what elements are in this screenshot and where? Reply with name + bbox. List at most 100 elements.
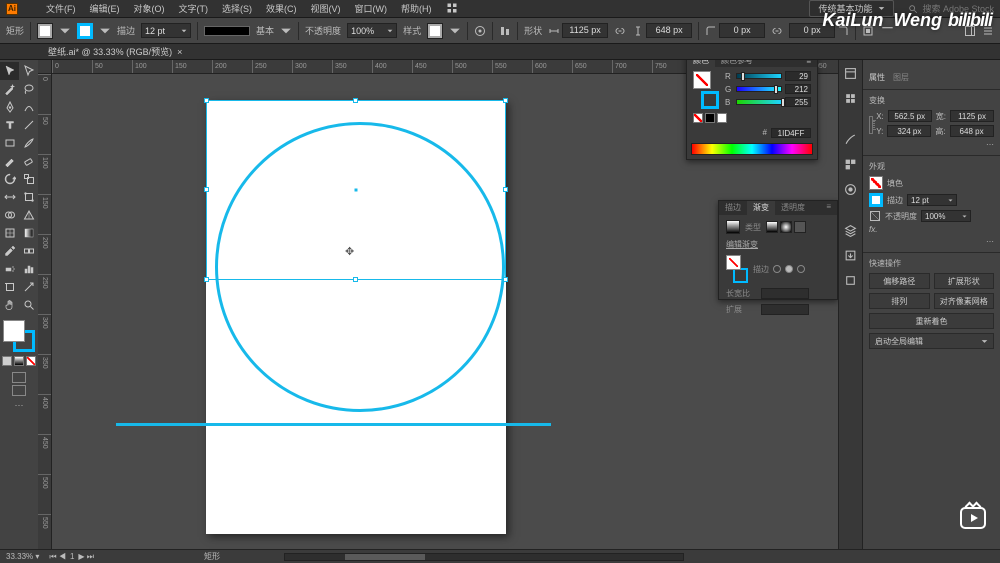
menu-file[interactable]: 文件(F) — [46, 2, 76, 15]
type-tool[interactable] — [0, 116, 19, 134]
more-options-icon[interactable]: ⋯ — [869, 140, 994, 149]
ruler-vertical[interactable]: 0501001502002503003504004505005506006507… — [38, 74, 52, 549]
graphic-style-swatch[interactable] — [427, 23, 443, 39]
selection-bounding-box[interactable] — [206, 100, 506, 280]
link-icon[interactable] — [614, 25, 626, 37]
white-swatch-icon[interactable] — [717, 113, 727, 123]
gradient-preview[interactable] — [726, 220, 740, 234]
pen-tool[interactable] — [0, 98, 19, 116]
stock-search[interactable]: 搜索 Adobe Stock — [908, 2, 994, 15]
tab-transparency[interactable]: 透明度 — [775, 201, 811, 215]
resize-handle[interactable] — [204, 187, 209, 192]
color-mode-icon[interactable] — [2, 356, 12, 366]
free-transform-tool[interactable] — [19, 188, 38, 206]
bilibili-play-icon[interactable] — [960, 507, 986, 529]
blend-tool[interactable] — [19, 242, 38, 260]
menu-effect[interactable]: 效果(C) — [266, 2, 297, 15]
scale-tool[interactable] — [19, 170, 38, 188]
edit-toolbar-icon[interactable]: ⋯ — [0, 400, 38, 411]
fx-label[interactable]: fx. — [869, 225, 877, 234]
chevron-down-icon[interactable] — [59, 25, 71, 37]
stroke-swatch[interactable] — [869, 193, 883, 207]
eyedropper-tool[interactable] — [0, 242, 19, 260]
gradient-panel[interactable]: 描边 渐变 透明度 ≡ 类型 编辑渐变 描边 长宽比 扩展 — [718, 200, 838, 300]
rotate-tool[interactable] — [0, 170, 19, 188]
stroke-profile[interactable] — [204, 26, 250, 36]
reference-point-icon[interactable] — [869, 116, 873, 134]
r-value[interactable]: 29 — [785, 71, 811, 81]
stroke-radio-3[interactable] — [797, 265, 805, 273]
menu-icon[interactable] — [982, 25, 994, 37]
shape-width-input[interactable]: 1125 px — [562, 23, 608, 38]
none-swatch-icon[interactable] — [693, 113, 703, 123]
stroke-radio-2[interactable] — [785, 265, 793, 273]
libraries-icon[interactable] — [843, 91, 858, 106]
selection-tool[interactable] — [0, 62, 19, 80]
tab-color-guide[interactable]: 颜色参考 — [715, 60, 759, 67]
g-value[interactable]: 212 — [785, 84, 811, 94]
tab-stroke[interactable]: 描边 — [719, 201, 747, 215]
resize-handle[interactable] — [204, 277, 209, 282]
fill-color-icon[interactable] — [3, 320, 25, 342]
link-corner-icon[interactable] — [771, 25, 783, 37]
artboard-nav[interactable]: ⏮ ◀ 1 ▶ ⏭ — [49, 552, 94, 562]
menu-edit[interactable]: 编辑(E) — [90, 2, 120, 15]
color-panel[interactable]: 颜色 颜色参考 ≡ R29 G212 B255 #1ID4FF — [686, 60, 818, 160]
stroke-weight-input[interactable]: 12 pt — [141, 23, 191, 38]
rectangle-tool[interactable] — [0, 134, 19, 152]
recolor-button[interactable]: 重新着色 — [869, 313, 994, 329]
panel-fill-stroke[interactable] — [693, 71, 719, 109]
width-tool[interactable] — [0, 188, 19, 206]
more-options-icon[interactable]: ⋯ — [869, 237, 994, 246]
align-pixel-button[interactable]: 对齐像素网格 — [934, 293, 995, 309]
none-mode-icon[interactable] — [26, 356, 36, 366]
tab-properties[interactable]: 属性 — [869, 72, 885, 83]
panel-menu-icon[interactable]: ≡ — [820, 201, 837, 215]
tab-color[interactable]: 颜色 — [687, 60, 715, 67]
align-icon[interactable] — [499, 25, 511, 37]
gradient-mode-icon[interactable] — [14, 356, 24, 366]
h-scrollbar[interactable] — [284, 553, 684, 561]
transform-w-input[interactable]: 1125 px — [950, 110, 994, 122]
mesh-tool[interactable] — [0, 224, 19, 242]
resize-handle[interactable] — [204, 98, 209, 103]
zoom-level[interactable]: 33.33% ▾ — [6, 552, 39, 561]
transform-y-input[interactable]: 324 px — [887, 125, 931, 137]
layers-icon[interactable] — [843, 223, 858, 238]
recolor-icon[interactable] — [474, 25, 486, 37]
transform-panel-icon[interactable] — [862, 25, 874, 37]
menu-help[interactable]: 帮助(H) — [401, 2, 432, 15]
resize-handle[interactable] — [353, 98, 358, 103]
curvature-tool[interactable] — [19, 98, 38, 116]
stroke-radio-1[interactable] — [773, 265, 781, 273]
opacity-input[interactable]: 100% — [347, 23, 397, 38]
canvas[interactable]: 0501001502002503003504004505005506006507… — [38, 60, 838, 549]
shape-height-input[interactable]: 648 px — [646, 23, 692, 38]
paintbrush-tool[interactable] — [19, 134, 38, 152]
offset-path-button[interactable]: 偏移路径 — [869, 273, 930, 289]
symbols-icon[interactable] — [843, 182, 858, 197]
swatches-icon[interactable] — [843, 157, 858, 172]
stroke-swatch[interactable] — [77, 23, 93, 39]
menu-view[interactable]: 视图(V) — [311, 2, 341, 15]
fill-swatch[interactable] — [869, 176, 883, 190]
tab-layers[interactable]: 图层 — [893, 72, 909, 83]
artboards-icon[interactable] — [843, 273, 858, 288]
expand-shape-button[interactable]: 扩展形状 — [934, 273, 995, 289]
menu-type[interactable]: 文字(T) — [179, 2, 209, 15]
eraser-tool[interactable] — [19, 152, 38, 170]
panel-fill-stroke[interactable] — [726, 255, 748, 283]
properties-toggle-icon[interactable] — [964, 25, 976, 37]
menu-select[interactable]: 选择(S) — [222, 2, 252, 15]
gradient-expand-input[interactable] — [761, 304, 809, 315]
normal-screen-icon[interactable] — [12, 372, 26, 383]
arrange-button[interactable]: 排列 — [869, 293, 930, 309]
menu-window[interactable]: 窗口(W) — [355, 2, 388, 15]
scrollbar-thumb[interactable] — [345, 554, 425, 560]
fill-swatch[interactable] — [37, 23, 53, 39]
symbol-sprayer-tool[interactable] — [0, 260, 19, 278]
resize-handle[interactable] — [503, 277, 508, 282]
resize-handle[interactable] — [503, 98, 508, 103]
transform-x-input[interactable]: 562.5 px — [888, 110, 932, 122]
gradient-tool[interactable] — [19, 224, 38, 242]
